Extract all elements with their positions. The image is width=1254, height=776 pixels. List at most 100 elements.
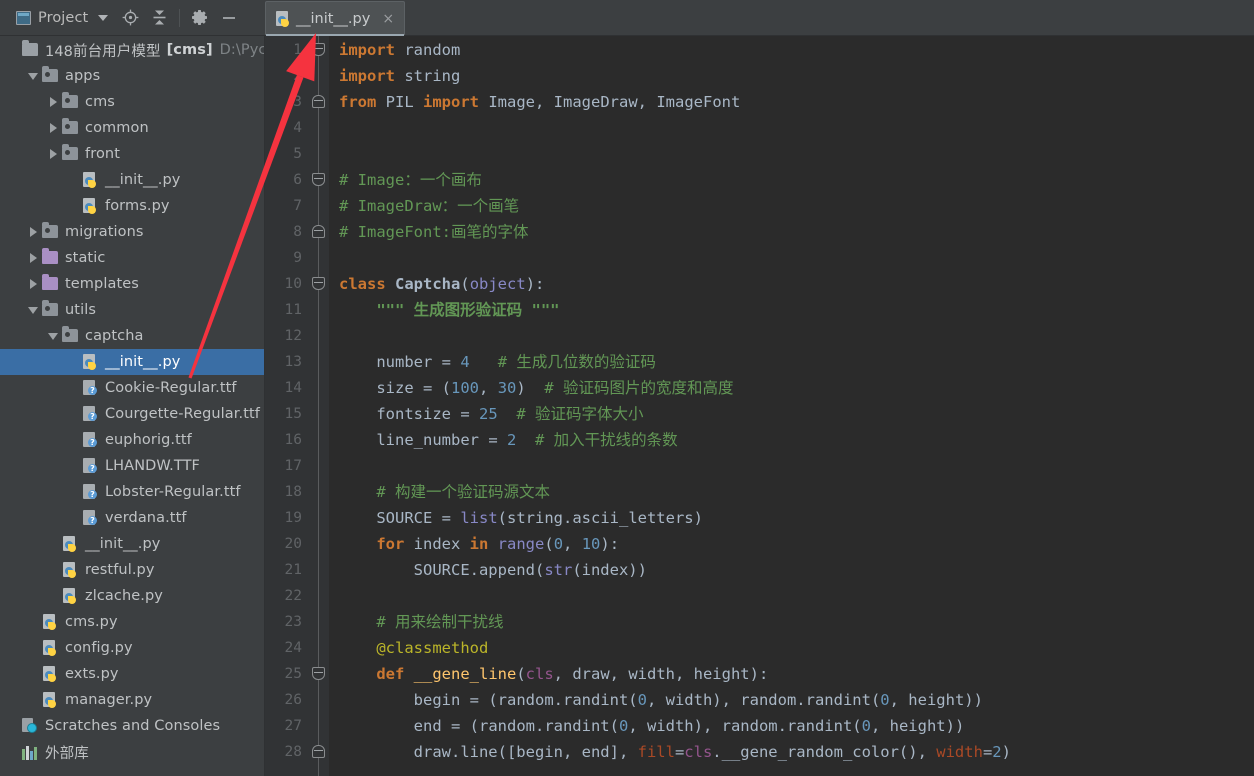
tree-item[interactable]: __init__.py xyxy=(0,349,264,375)
tree-item[interactable]: ? euphorig.ttf xyxy=(0,427,264,453)
tree-item[interactable]: cms.py xyxy=(0,609,264,635)
tree-item[interactable]: ? Courgette-Regular.ttf xyxy=(0,401,264,427)
tree-item-label: front xyxy=(85,146,120,162)
fold-cell xyxy=(309,739,329,765)
fold-toggle-icon[interactable] xyxy=(312,43,325,56)
tree-item[interactable]: __init__.py xyxy=(0,167,264,193)
code-line: # ImageFont:画笔的字体 xyxy=(339,219,1254,245)
code-token: ImageDraw xyxy=(544,93,638,111)
fold-toggle-icon[interactable] xyxy=(312,745,325,758)
twisty-placeholder xyxy=(66,433,80,447)
locate-target-icon[interactable] xyxy=(117,5,143,31)
fold-cell xyxy=(309,37,329,63)
code-token: # 构建一个验证码源文本 xyxy=(376,483,550,501)
tree-item[interactable]: apps xyxy=(0,63,264,89)
tree-item[interactable]: manager.py xyxy=(0,687,264,713)
tree-item[interactable]: captcha xyxy=(0,323,264,349)
code-line: """ 生成图形验证码 """ xyxy=(339,297,1254,323)
code-token: = xyxy=(488,431,498,449)
fold-cell xyxy=(309,505,329,531)
folder-source-icon xyxy=(62,326,80,344)
chevron-right-icon[interactable] xyxy=(26,225,40,239)
fold-cell xyxy=(309,297,329,323)
tree-item[interactable]: exts.py xyxy=(0,661,264,687)
code-token: # 加入干扰线的条数 xyxy=(535,431,678,449)
chevron-down-icon[interactable] xyxy=(46,329,60,343)
code-content[interactable]: import random import string from PIL impor… xyxy=(329,36,1254,776)
tree-item-module: [cms] xyxy=(166,42,213,58)
pycharm-window: Project __init__.py × 148前台用户模型 [cms] D:… xyxy=(0,0,1254,776)
tree-item[interactable]: ? LHANDW.TTF xyxy=(0,453,264,479)
line-number: 16 xyxy=(284,432,302,448)
tree-item[interactable]: 148前台用户模型 [cms] D:\Pycha xyxy=(0,37,264,63)
minimize-icon[interactable] xyxy=(216,5,242,31)
code-token: import xyxy=(339,67,395,85)
tree-item[interactable]: utils xyxy=(0,297,264,323)
tree-item-label: cms.py xyxy=(65,614,118,630)
tree-item[interactable]: templates xyxy=(0,271,264,297)
tree-item[interactable]: zlcache.py xyxy=(0,583,264,609)
fold-cell xyxy=(309,63,329,89)
code-line: from PIL import Image, ImageDraw, ImageF… xyxy=(339,89,1254,115)
chevron-down-icon[interactable] xyxy=(26,69,40,83)
line-number: 15 xyxy=(284,406,302,422)
code-token: Image xyxy=(479,93,535,111)
close-icon[interactable]: × xyxy=(382,12,394,26)
editor-tab-init-py[interactable]: __init__.py × xyxy=(265,1,406,36)
tree-item[interactable]: static xyxy=(0,245,264,271)
chevron-right-icon[interactable] xyxy=(46,147,60,161)
tree-item[interactable]: config.py xyxy=(0,635,264,661)
line-number: 28 xyxy=(284,744,302,760)
tree-item-label: __init__.py xyxy=(105,172,181,188)
code-token: __gene_line xyxy=(413,665,517,683)
code-token: 0 xyxy=(861,717,871,735)
tree-item[interactable]: ? Cookie-Regular.ttf xyxy=(0,375,264,401)
tree-item[interactable]: restful.py xyxy=(0,557,264,583)
tree-item[interactable]: common xyxy=(0,115,264,141)
code-line: SOURCE = list(string.ascii_letters) xyxy=(339,505,1254,531)
tree-item[interactable]: 外部库 xyxy=(0,739,264,765)
code-token: ( xyxy=(516,665,526,683)
fold-toggle-icon[interactable] xyxy=(312,277,325,290)
tree-item[interactable]: ? Lobster-Regular.ttf xyxy=(0,479,264,505)
python-file-icon xyxy=(82,172,100,188)
tree-item[interactable]: __init__.py xyxy=(0,531,264,557)
chevron-right-icon[interactable] xyxy=(46,121,60,135)
tree-item[interactable]: migrations xyxy=(0,219,264,245)
tree-item[interactable]: forms.py xyxy=(0,193,264,219)
tree-item-path: D:\Pycha xyxy=(219,42,265,58)
code-fold-gutter[interactable] xyxy=(309,36,329,776)
chevron-down-icon[interactable] xyxy=(98,14,109,21)
project-view-button[interactable]: Project xyxy=(10,7,114,29)
fold-cell xyxy=(309,557,329,583)
line-number: 26 xyxy=(284,692,302,708)
fold-cell xyxy=(309,401,329,427)
fold-toggle-icon[interactable] xyxy=(312,95,325,108)
code-token: Captcha xyxy=(395,275,461,293)
tree-item[interactable]: front xyxy=(0,141,264,167)
code-token: # 验证码图片的宽度和高度 xyxy=(544,379,734,397)
fold-cell xyxy=(309,661,329,687)
tree-item-label: restful.py xyxy=(85,562,155,578)
code-editor[interactable]: 1 2 3 4 5 6 7 8 9 10 11 12 13 14 15 16 17 18 19 20 21 22 23 24 2… xyxy=(265,36,1254,776)
collapse-all-icon[interactable] xyxy=(146,5,172,31)
settings-gear-icon[interactable] xyxy=(187,5,213,31)
code-token: 4 xyxy=(460,353,470,371)
folder-source-icon xyxy=(42,300,60,318)
chevron-right-icon[interactable] xyxy=(26,251,40,265)
chevron-right-icon[interactable] xyxy=(46,95,60,109)
tree-item[interactable]: cms xyxy=(0,89,264,115)
line-number: 10 xyxy=(284,276,302,292)
tree-item[interactable]: ? verdana.ttf xyxy=(0,505,264,531)
fold-toggle-icon[interactable] xyxy=(312,667,325,680)
fold-cell xyxy=(309,167,329,193)
code-token: .__gene_random_color(), xyxy=(712,743,937,761)
code-token: ImageFont xyxy=(647,93,741,111)
tree-item[interactable]: Scratches and Consoles xyxy=(0,713,264,739)
project-tree[interactable]: 148前台用户模型 [cms] D:\Pycha apps cms common front… xyxy=(0,36,265,776)
fold-toggle-icon[interactable] xyxy=(312,173,325,186)
fold-toggle-icon[interactable] xyxy=(312,225,325,238)
chevron-down-icon[interactable] xyxy=(26,303,40,317)
chevron-right-icon[interactable] xyxy=(26,277,40,291)
tree-item-label: Lobster-Regular.ttf xyxy=(105,484,241,500)
